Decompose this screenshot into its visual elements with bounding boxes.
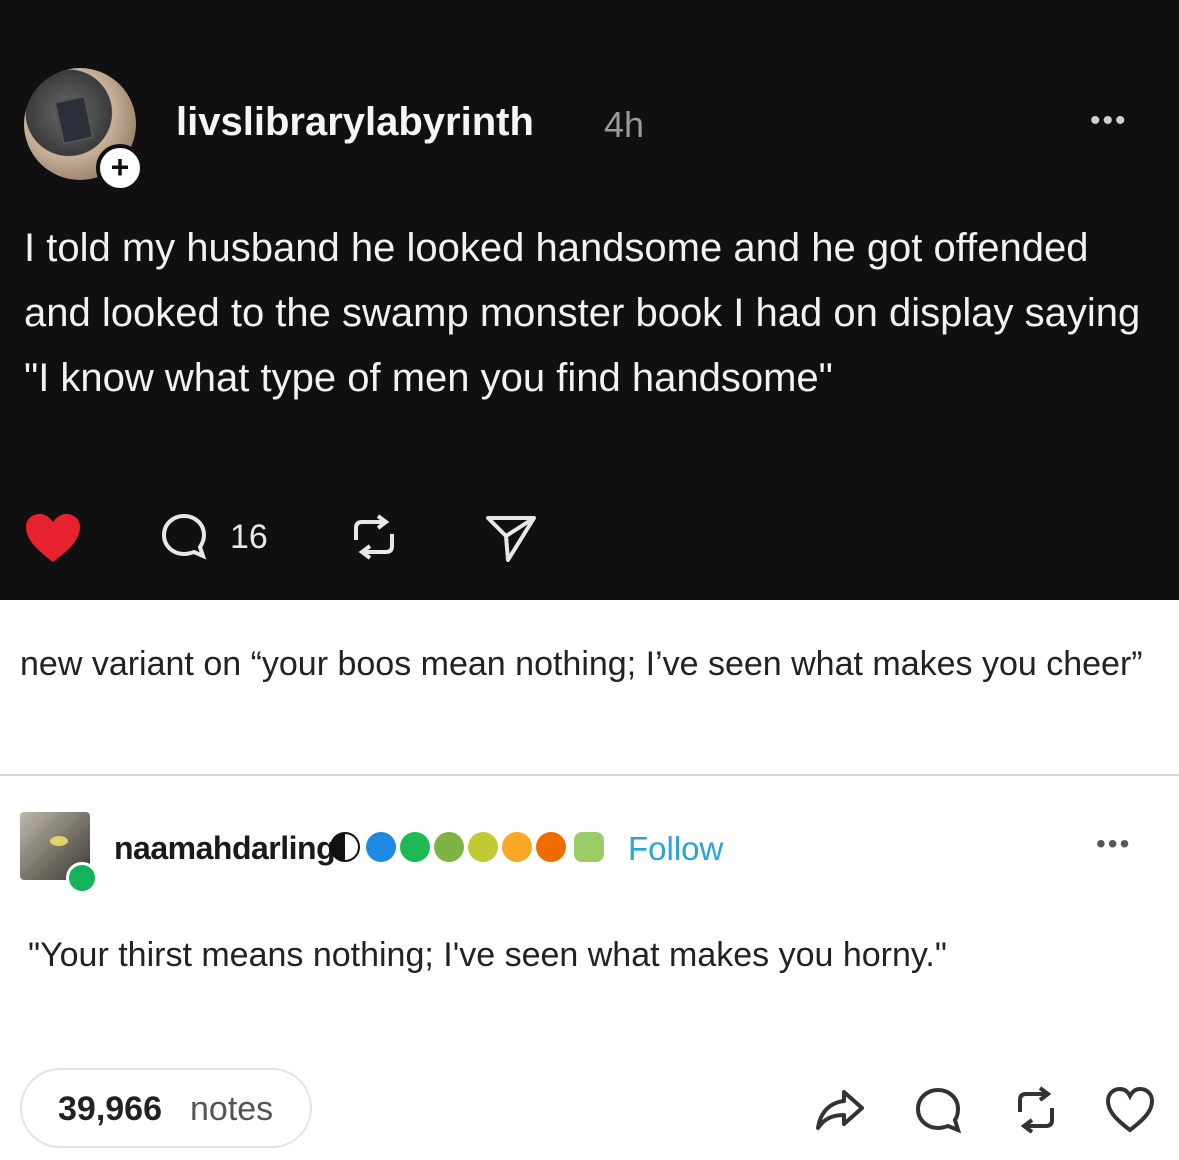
frog-badge-icon [574,832,604,862]
verified-badge-icon [468,832,498,862]
post-username[interactable]: livslibrarylabyrinth [176,100,534,145]
reblog-badge-icon [66,862,98,894]
follow-button[interactable]: Follow [628,830,723,868]
book-image [53,95,95,145]
comment-count: 16 [230,518,268,556]
verified-badge-icon [434,832,464,862]
share-icon[interactable] [814,1084,866,1136]
reblog-icon[interactable] [1010,1084,1062,1136]
notes-button[interactable]: 39,966 notes [20,1068,312,1148]
plus-icon[interactable]: + [96,144,144,192]
reply-username[interactable]: naamahdarling [114,830,336,867]
reblog-icon[interactable] [346,514,402,560]
post-actions: 16 [24,508,564,568]
notes-count: 39,966 [58,1090,162,1128]
moon-half [345,834,358,860]
more-options-icon[interactable]: ••• [1096,828,1131,860]
comment-text: new variant on “your boos mean nothing; … [20,645,1143,683]
post-text: I told my husband he looked handsome and… [24,226,1141,400]
verified-badge-icon [536,832,566,862]
post-timestamp: 4h [604,104,645,145]
comment-icon[interactable] [160,512,208,560]
original-post: + livslibrarylabyrinth 4h ••• I told my … [0,0,1179,600]
footer-actions [814,1080,1164,1140]
avatar-eye [50,836,68,846]
notes-label: notes [190,1090,274,1128]
reply-text: "Your thirst means nothing; I've seen wh… [28,936,947,974]
more-options-icon[interactable]: ••• [1090,104,1128,138]
heart-filled-icon[interactable] [24,512,82,564]
moon-badge-icon [330,832,360,862]
share-icon[interactable] [484,514,538,562]
divider [0,774,1179,776]
verified-badge-icon [400,832,430,862]
heart-outline-icon[interactable] [1104,1084,1156,1136]
comment-icon[interactable] [912,1084,964,1136]
verified-badge-icon [502,832,532,862]
verified-badge-icon [366,832,396,862]
